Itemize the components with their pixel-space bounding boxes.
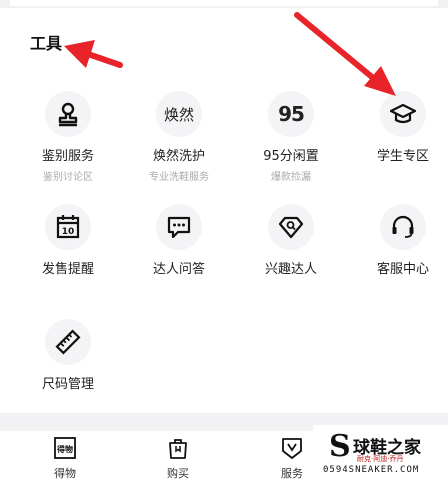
watermark-slogan: 耐克·阿迪·乔丹 [357, 455, 404, 463]
annotation-arrow-left [64, 40, 123, 68]
annotation-arrow-right [294, 12, 396, 96]
watermark: S 球鞋之家 耐克·阿迪·乔丹 0594SNEAKER.COM [313, 425, 448, 491]
watermark-logo: S [329, 429, 351, 464]
annotation-arrows [64, 12, 396, 96]
watermark-site: 0594SNEAKER.COM [323, 465, 420, 475]
